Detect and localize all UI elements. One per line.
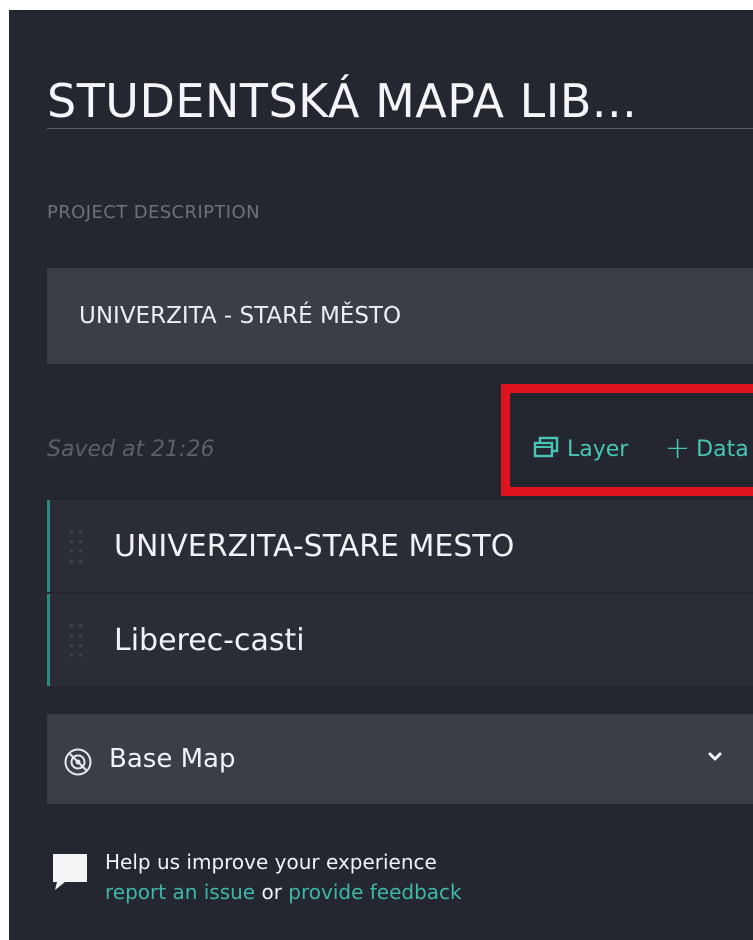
base-map-dropdown[interactable]: Base Map: [47, 714, 753, 804]
layer-item[interactable]: UNIVERZITA-STARE MESTO: [47, 500, 753, 594]
title-underline: [47, 128, 753, 129]
add-data-button[interactable]: + Data: [665, 431, 749, 467]
saved-status: Saved at 21:26: [47, 437, 215, 462]
drag-handle-icon[interactable]: [70, 624, 86, 658]
feedback-heading: Help us improve your experience: [105, 850, 437, 874]
basemap-icon: [64, 748, 92, 776]
feedback-links: report an issue or provide feedback: [105, 877, 462, 907]
layer-name: UNIVERZITA-STARE MESTO: [114, 528, 515, 564]
add-layer-button[interactable]: Layer: [531, 431, 628, 467]
sidebar-panel: STUDENTSKÁ MAPA LIB... PROJECT DESCRIPTI…: [9, 10, 753, 940]
drag-handle-icon[interactable]: [70, 530, 86, 564]
provide-feedback-link[interactable]: provide feedback: [288, 880, 461, 904]
project-description-field[interactable]: UNIVERZITA - STARÉ MĚSTO: [47, 268, 753, 364]
chat-icon: [53, 854, 87, 890]
project-description-label: PROJECT DESCRIPTION: [47, 202, 260, 223]
layer-name: Liberec-casti: [114, 622, 305, 658]
add-layer-label: Layer: [567, 436, 629, 462]
plus-icon: +: [665, 431, 691, 466]
add-data-label: Data: [696, 436, 749, 462]
layers-icon: [533, 436, 559, 458]
feedback-section: Help us improve your experience report a…: [105, 847, 462, 907]
chevron-down-icon[interactable]: [707, 750, 723, 764]
report-issue-link[interactable]: report an issue: [105, 880, 255, 904]
base-map-label: Base Map: [109, 744, 236, 774]
or-text: or: [261, 880, 282, 904]
project-title[interactable]: STUDENTSKÁ MAPA LIB...: [47, 74, 637, 128]
layer-list: UNIVERZITA-STARE MESTO Liberec-casti: [47, 500, 753, 688]
layer-item[interactable]: Liberec-casti: [47, 594, 753, 686]
